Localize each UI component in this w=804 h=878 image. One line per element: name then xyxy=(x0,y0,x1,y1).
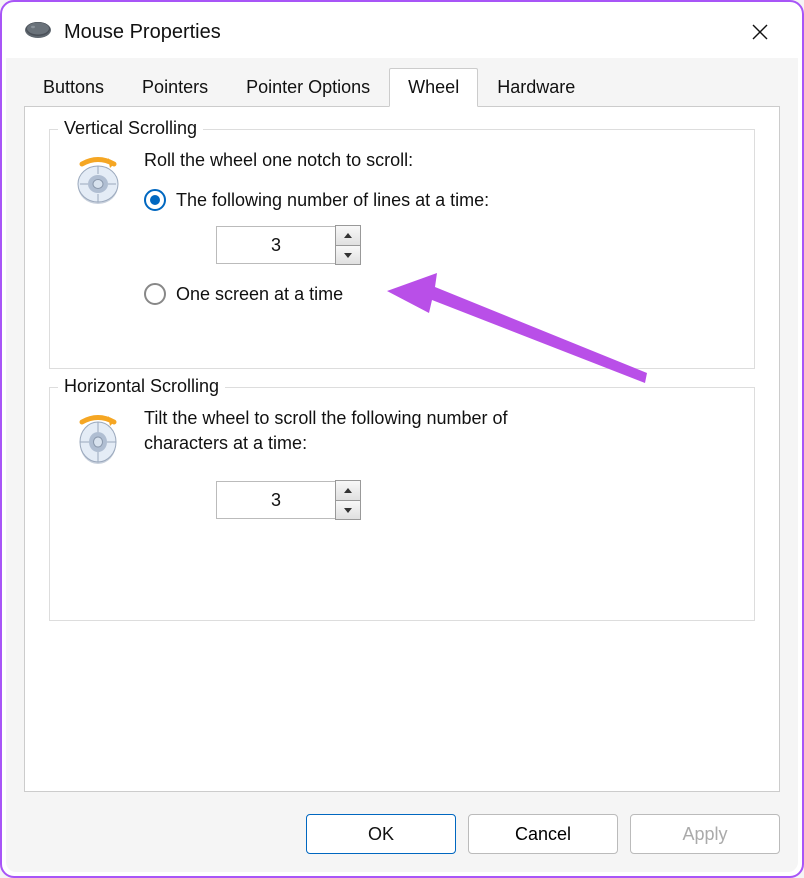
chevron-up-icon xyxy=(344,233,352,238)
chevron-down-icon xyxy=(344,508,352,513)
tab-pointer-options[interactable]: Pointer Options xyxy=(227,68,389,107)
wheel-horizontal-icon xyxy=(72,406,128,570)
radio-lines-label: The following number of lines at a time: xyxy=(176,190,489,211)
titlebar: Mouse Properties xyxy=(6,6,798,58)
tab-hardware[interactable]: Hardware xyxy=(478,68,594,107)
cancel-button[interactable]: Cancel xyxy=(468,814,618,854)
chars-spinner-up[interactable] xyxy=(336,481,360,500)
group-horizontal-scrolling: Horizontal Scrolling xyxy=(49,387,755,621)
group-vertical-scrolling: Vertical Scrolling xyxy=(49,129,755,369)
group-label-horizontal: Horizontal Scrolling xyxy=(58,376,225,397)
close-button[interactable] xyxy=(738,10,782,54)
close-icon xyxy=(751,23,769,41)
tab-pointers[interactable]: Pointers xyxy=(123,68,227,107)
tab-panel-wheel: Vertical Scrolling xyxy=(24,106,780,792)
radio-lines-row[interactable]: The following number of lines at a time: xyxy=(144,189,732,211)
ok-button[interactable]: OK xyxy=(306,814,456,854)
chars-spinner-input[interactable]: 3 xyxy=(216,481,336,519)
lines-spinner-input[interactable]: 3 xyxy=(216,226,336,264)
mouse-icon xyxy=(24,21,52,44)
lines-spinner-up[interactable] xyxy=(336,226,360,245)
radio-screen-label: One screen at a time xyxy=(176,284,343,305)
chars-spinner-down[interactable] xyxy=(336,500,360,519)
horizontal-description: Tilt the wheel to scroll the following n… xyxy=(144,406,564,456)
window-title: Mouse Properties xyxy=(64,21,738,44)
mouse-properties-dialog: Mouse Properties Buttons Pointers Pointe… xyxy=(6,6,798,872)
radio-screen[interactable] xyxy=(144,283,166,305)
radio-screen-row[interactable]: One screen at a time xyxy=(144,283,732,305)
chevron-down-icon xyxy=(344,253,352,258)
tab-buttons[interactable]: Buttons xyxy=(24,68,123,107)
wheel-vertical-icon xyxy=(72,148,128,313)
vertical-description: Roll the wheel one notch to scroll: xyxy=(144,148,732,173)
chevron-up-icon xyxy=(344,488,352,493)
radio-lines[interactable] xyxy=(144,189,166,211)
dialog-footer: OK Cancel Apply xyxy=(6,800,798,872)
lines-spinner-down[interactable] xyxy=(336,245,360,264)
apply-button[interactable]: Apply xyxy=(630,814,780,854)
tab-wheel[interactable]: Wheel xyxy=(389,68,478,107)
group-label-vertical: Vertical Scrolling xyxy=(58,118,203,139)
tab-bar: Buttons Pointers Pointer Options Wheel H… xyxy=(24,68,780,106)
